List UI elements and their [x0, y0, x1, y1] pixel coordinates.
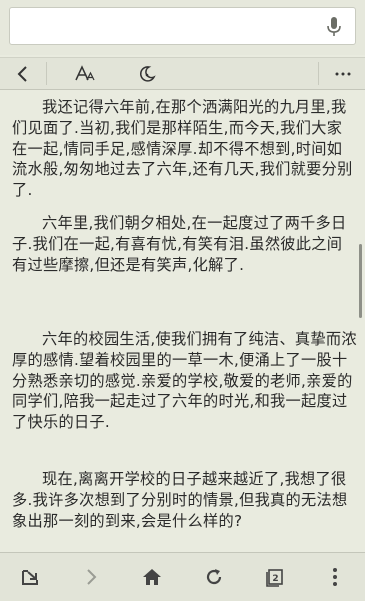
- more-horizontal-icon: [335, 72, 351, 75]
- more-button[interactable]: [328, 58, 358, 89]
- forward-button[interactable]: [66, 553, 118, 601]
- refresh-button[interactable]: [188, 553, 240, 601]
- article-paragraph: 六年里,我们朝夕相处,在一起度过了两千多日子.我们在一起,有喜有忧,有笑有泪.虽…: [12, 214, 347, 274]
- divider: [46, 62, 47, 85]
- refresh-icon: [206, 569, 222, 585]
- divider: [318, 62, 319, 85]
- exit-button[interactable]: [5, 553, 57, 601]
- night-mode-button[interactable]: [130, 58, 164, 89]
- exit-icon: [22, 570, 38, 585]
- article-paragraph: 现在,离离开学校的日子越来越近了,我想了很多.我许多次想到了分别时的情景,但我真…: [12, 470, 348, 530]
- tabs-icon: 2: [266, 569, 283, 587]
- font-size-button[interactable]: [68, 58, 102, 89]
- tabs-button[interactable]: 2: [249, 553, 301, 601]
- back-button[interactable]: [8, 58, 38, 89]
- menu-button[interactable]: [309, 553, 361, 601]
- reader-toolbar: [0, 57, 365, 90]
- menu-icon: [333, 568, 337, 586]
- tab-count: 2: [272, 574, 278, 584]
- article-paragraph: 我还记得六年前,在那个洒满阳光的九月里,我们见面了.当初,我们是那样陌生,而今天…: [12, 98, 353, 200]
- bottom-navigation-bar: 2: [0, 552, 365, 601]
- microphone-icon[interactable]: [325, 16, 343, 38]
- chevron-left-icon: [17, 65, 27, 82]
- home-button[interactable]: [126, 553, 178, 601]
- night-mode-icon: [139, 65, 156, 82]
- search-bar: [0, 0, 365, 55]
- home-icon: [143, 569, 161, 585]
- font-size-icon: [75, 64, 95, 80]
- search-input[interactable]: [9, 7, 356, 45]
- article-content[interactable]: 我还记得六年前,在那个洒满阳光的九月里,我们见面了.当初,我们是那样陌生,而今天…: [0, 89, 365, 552]
- scrollbar-thumb[interactable]: [359, 244, 362, 318]
- forward-icon: [87, 569, 97, 585]
- article-paragraph: 六年的校园生活,使我们拥有了纯洁、真挚而浓厚的感情.望着校园里的一草一木,便涌上…: [12, 330, 357, 432]
